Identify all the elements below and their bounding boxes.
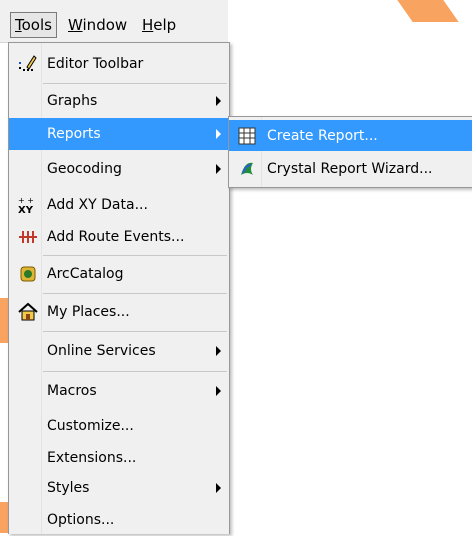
menu-divider	[43, 371, 227, 372]
menu-item-crystal-report-wizard[interactable]: Crystal Report Wizard...	[229, 153, 472, 184]
menu-window[interactable]: Window	[64, 13, 131, 37]
menu-item-label: Add XY Data...	[47, 197, 148, 213]
crystal-report-wizard-icon	[237, 159, 257, 179]
menu-help[interactable]: Help	[138, 13, 180, 37]
create-report-icon	[237, 126, 257, 146]
menu-item-label: Customize...	[47, 418, 134, 434]
menu-divider	[43, 83, 227, 84]
menu-item-label: Editor Toolbar	[47, 56, 144, 72]
my-places-icon	[17, 301, 39, 323]
menu-divider	[43, 331, 227, 332]
menu-item-graphs[interactable]: Graphs	[9, 85, 229, 117]
submenu-arrow-icon	[216, 346, 221, 356]
menu-item-my-places[interactable]: My Places...	[9, 295, 229, 329]
menu-item-label: ArcCatalog	[47, 266, 124, 282]
menu-item-geocoding[interactable]: Geocoding	[9, 153, 229, 185]
menu-item-extensions[interactable]: Extensions...	[9, 442, 229, 474]
editor-toolbar-icon	[17, 53, 39, 75]
menu-item-add-route-events[interactable]: Add Route Events...	[9, 221, 229, 253]
menu-item-styles[interactable]: Styles	[9, 472, 229, 504]
menu-item-label: Styles	[47, 480, 90, 496]
decorative-shape	[397, 0, 459, 22]
menu-item-customize[interactable]: Customize...	[9, 410, 229, 442]
menu-item-label: Geocoding	[47, 161, 122, 177]
menu-divider	[43, 293, 227, 294]
menubar: Tools Window Help	[0, 0, 228, 43]
tools-dropdown-menu: Editor Toolbar Graphs Reports Geocoding …	[8, 42, 230, 534]
submenu-arrow-icon	[216, 483, 221, 493]
menu-item-label: Reports	[47, 126, 101, 142]
menu-item-label: Online Services	[47, 343, 156, 359]
submenu-arrow-icon	[216, 164, 221, 174]
menu-item-arccatalog[interactable]: ArcCatalog	[9, 257, 229, 291]
submenu-arrow-icon	[216, 386, 221, 396]
menu-tools[interactable]: Tools	[10, 12, 57, 38]
menu-tools-rest: ools	[21, 16, 52, 34]
add-xy-data-icon: + + XY	[17, 194, 39, 216]
menu-item-options[interactable]: Options...	[9, 504, 229, 536]
menu-item-reports[interactable]: Reports	[9, 118, 229, 150]
svg-text:XY: XY	[18, 205, 34, 216]
menu-divider	[43, 255, 227, 256]
menu-item-macros[interactable]: Macros	[9, 374, 229, 408]
menu-item-label: Extensions...	[47, 450, 137, 466]
menu-item-editor-toolbar[interactable]: Editor Toolbar	[9, 47, 229, 81]
menu-item-label: Create Report...	[267, 127, 378, 144]
menu-item-label: Add Route Events...	[47, 229, 185, 245]
menu-help-rest: elp	[153, 16, 177, 34]
add-route-events-icon	[17, 226, 39, 248]
menu-item-label: Macros	[47, 383, 97, 399]
arccatalog-icon	[17, 263, 39, 285]
submenu-arrow-icon	[216, 96, 221, 106]
submenu-arrow-icon	[216, 129, 221, 139]
menu-item-label: My Places...	[47, 304, 130, 320]
menu-item-label: Options...	[47, 512, 115, 528]
menu-help-mnemonic: H	[142, 16, 154, 34]
menu-item-label: Graphs	[47, 93, 98, 109]
menu-item-online-services[interactable]: Online Services	[9, 334, 229, 368]
menu-item-label: Crystal Report Wizard...	[267, 160, 433, 177]
reports-submenu: Create Report... Crystal Report Wizard..…	[228, 116, 472, 188]
menu-item-create-report[interactable]: Create Report...	[229, 120, 472, 151]
svg-text:+ +: + +	[18, 196, 34, 205]
menu-window-rest: indow	[82, 16, 128, 34]
menu-window-mnemonic: W	[68, 16, 83, 34]
menu-item-add-xy-data[interactable]: + + XY Add XY Data...	[9, 189, 229, 221]
menu-tools-mnemonic: T	[15, 16, 22, 34]
